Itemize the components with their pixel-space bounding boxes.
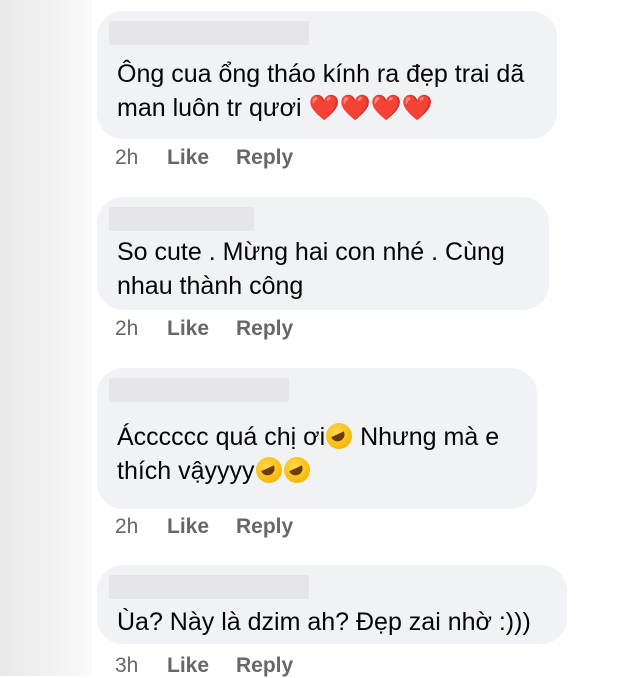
author-name-redacted — [109, 378, 289, 402]
left-background-shade — [0, 0, 92, 676]
comment-time: 2h — [115, 515, 139, 538]
heart-emoji-icon: ❤️❤️❤️❤️ — [308, 94, 434, 122]
comment-actions: 3h Like Reply — [115, 654, 293, 678]
rofl-emoji-icon — [255, 457, 282, 483]
reply-button[interactable]: Reply — [236, 146, 293, 170]
comment-bubble: Ácccccc quá chị ơi Nhưng mà e thích vậyy… — [97, 368, 537, 509]
author-name-redacted — [109, 575, 309, 599]
comment-time: 2h — [115, 317, 139, 340]
comment-actions: 2h Like Reply — [115, 146, 293, 170]
like-button[interactable]: Like — [167, 317, 236, 341]
comment-bubble: Ông cua ổng tháo kính ra đẹp trai dã man… — [97, 11, 557, 139]
comment-item: Ácccccc quá chị ơi Nhưng mà e thích vậyy… — [97, 368, 537, 538]
reply-button[interactable]: Reply — [236, 317, 293, 341]
rofl-emoji-icon — [326, 423, 353, 449]
comment-actions: 2h Like Reply — [115, 515, 293, 539]
comment-bubble: So cute . Mừng hai con nhé . Cùng nhau t… — [97, 197, 549, 310]
comment-actions: 2h Like Reply — [115, 317, 293, 341]
comment-bubble: Ùa? Này là dzim ah? Đẹp zai nhờ :))) — [97, 565, 567, 644]
like-button[interactable]: Like — [167, 654, 236, 678]
like-button[interactable]: Like — [167, 146, 236, 170]
comment-item: Ông cua ổng tháo kính ra đẹp trai dã man… — [97, 11, 557, 169]
rofl-emoji-icon — [283, 457, 310, 483]
author-name-redacted — [109, 21, 309, 45]
reply-button[interactable]: Reply — [236, 654, 293, 678]
comment-time: 2h — [115, 146, 139, 169]
comment-text: Ácccccc quá chị ơi Nhưng mà e thích vậyy… — [117, 423, 500, 485]
comment-time: 3h — [115, 654, 139, 677]
reply-button[interactable]: Reply — [236, 515, 293, 539]
author-name-redacted — [109, 207, 254, 231]
like-button[interactable]: Like — [167, 515, 236, 539]
comment-item: Ùa? Này là dzim ah? Đẹp zai nhờ :))) 3h … — [97, 565, 567, 677]
comment-text: Ùa? Này là dzim ah? Đẹp zai nhờ :))) — [117, 608, 531, 636]
comment-text: Ông cua ổng tháo kính ra đẹp trai dã man… — [117, 60, 525, 122]
comment-item: So cute . Mừng hai con nhé . Cùng nhau t… — [97, 197, 549, 340]
comment-text: So cute . Mừng hai con nhé . Cùng nhau t… — [117, 238, 505, 300]
